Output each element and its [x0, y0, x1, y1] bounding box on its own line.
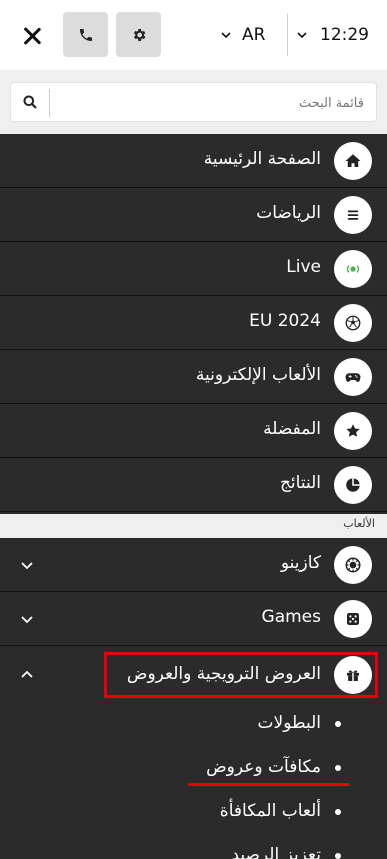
submenu-item-bonus-games[interactable]: ألعاب المكافأة — [0, 792, 387, 836]
live-icon — [334, 250, 372, 288]
bullet — [335, 721, 341, 727]
bullet — [335, 853, 341, 859]
language-label: AR — [242, 25, 266, 45]
menu-item-favorites[interactable]: المفضلة — [0, 404, 387, 458]
home-icon — [334, 142, 372, 180]
chevron-down-icon — [297, 32, 307, 39]
menu-item-casino[interactable]: كازينو — [0, 538, 387, 592]
menu-item-label: كازينو — [280, 553, 321, 573]
submenu-item-label: مكافآت وعروض — [206, 757, 321, 777]
menu-item-home[interactable]: الصفحة الرئيسية — [0, 134, 387, 188]
list-icon — [334, 196, 372, 234]
search-input[interactable] — [64, 91, 364, 115]
search-box — [10, 82, 377, 122]
menu-item-games[interactable]: Games — [0, 592, 387, 646]
top-bar: AR 12:29 — [0, 0, 387, 70]
highlight-underline — [188, 783, 350, 786]
search-icon[interactable] — [23, 95, 37, 109]
menu-item-results[interactable]: النتائج — [0, 458, 387, 512]
submenu-item-label: ألعاب المكافأة — [219, 801, 321, 821]
menu-item-label: EU 2024 — [249, 311, 321, 331]
divider — [49, 89, 50, 117]
dice-icon — [334, 600, 372, 638]
phone-button[interactable] — [63, 12, 108, 57]
menu-item-live[interactable]: Live — [0, 242, 387, 296]
menu-item-label: الصفحة الرئيسية — [203, 149, 321, 169]
section-title: الألعاب — [343, 517, 375, 530]
menu-item-label: النتائج — [279, 473, 321, 493]
bullet — [335, 809, 341, 815]
menu-item-esports[interactable]: الألعاب الإلكترونية — [0, 350, 387, 404]
bullet — [335, 765, 341, 771]
chevron-down-icon — [221, 32, 231, 39]
casino-chip-icon — [334, 546, 372, 584]
time-label: 12:29 — [320, 25, 369, 45]
games-section-header: الألعاب — [0, 514, 387, 538]
time-selector[interactable]: 12:29 — [296, 22, 369, 48]
menu-item-sports[interactable]: الرياضات — [0, 188, 387, 242]
menu-item-eu2024[interactable]: EU 2024 — [0, 296, 387, 350]
settings-button[interactable] — [116, 12, 161, 57]
menu-item-label: Live — [286, 257, 321, 277]
divider — [287, 14, 288, 56]
menu-item-label: Games — [261, 607, 321, 627]
menu-item-label: المفضلة — [263, 419, 321, 439]
submenu-item-balance-boost[interactable]: تعزيز الرصيد — [0, 836, 387, 859]
pie-chart-icon — [334, 466, 372, 504]
chevron-down-icon[interactable] — [20, 612, 34, 626]
highlight-box — [104, 652, 378, 698]
soccer-ball-icon — [334, 304, 372, 342]
gear-icon — [133, 28, 145, 41]
menu-item-label: الألعاب الإلكترونية — [195, 365, 321, 385]
submenu-item-label: تعزيز الرصيد — [231, 845, 321, 859]
gamepad-icon — [334, 358, 372, 396]
submenu-item-tournaments[interactable]: البطولات — [0, 704, 387, 748]
language-selector[interactable]: AR — [220, 22, 265, 48]
submenu-item-label: البطولات — [257, 713, 321, 733]
search-area — [0, 70, 387, 134]
menu-item-label: الرياضات — [256, 203, 321, 223]
close-icon[interactable] — [14, 18, 50, 54]
chevron-down-icon[interactable] — [20, 558, 34, 572]
chevron-up-icon[interactable] — [20, 668, 34, 682]
phone-icon — [79, 28, 92, 41]
star-icon — [334, 412, 372, 450]
